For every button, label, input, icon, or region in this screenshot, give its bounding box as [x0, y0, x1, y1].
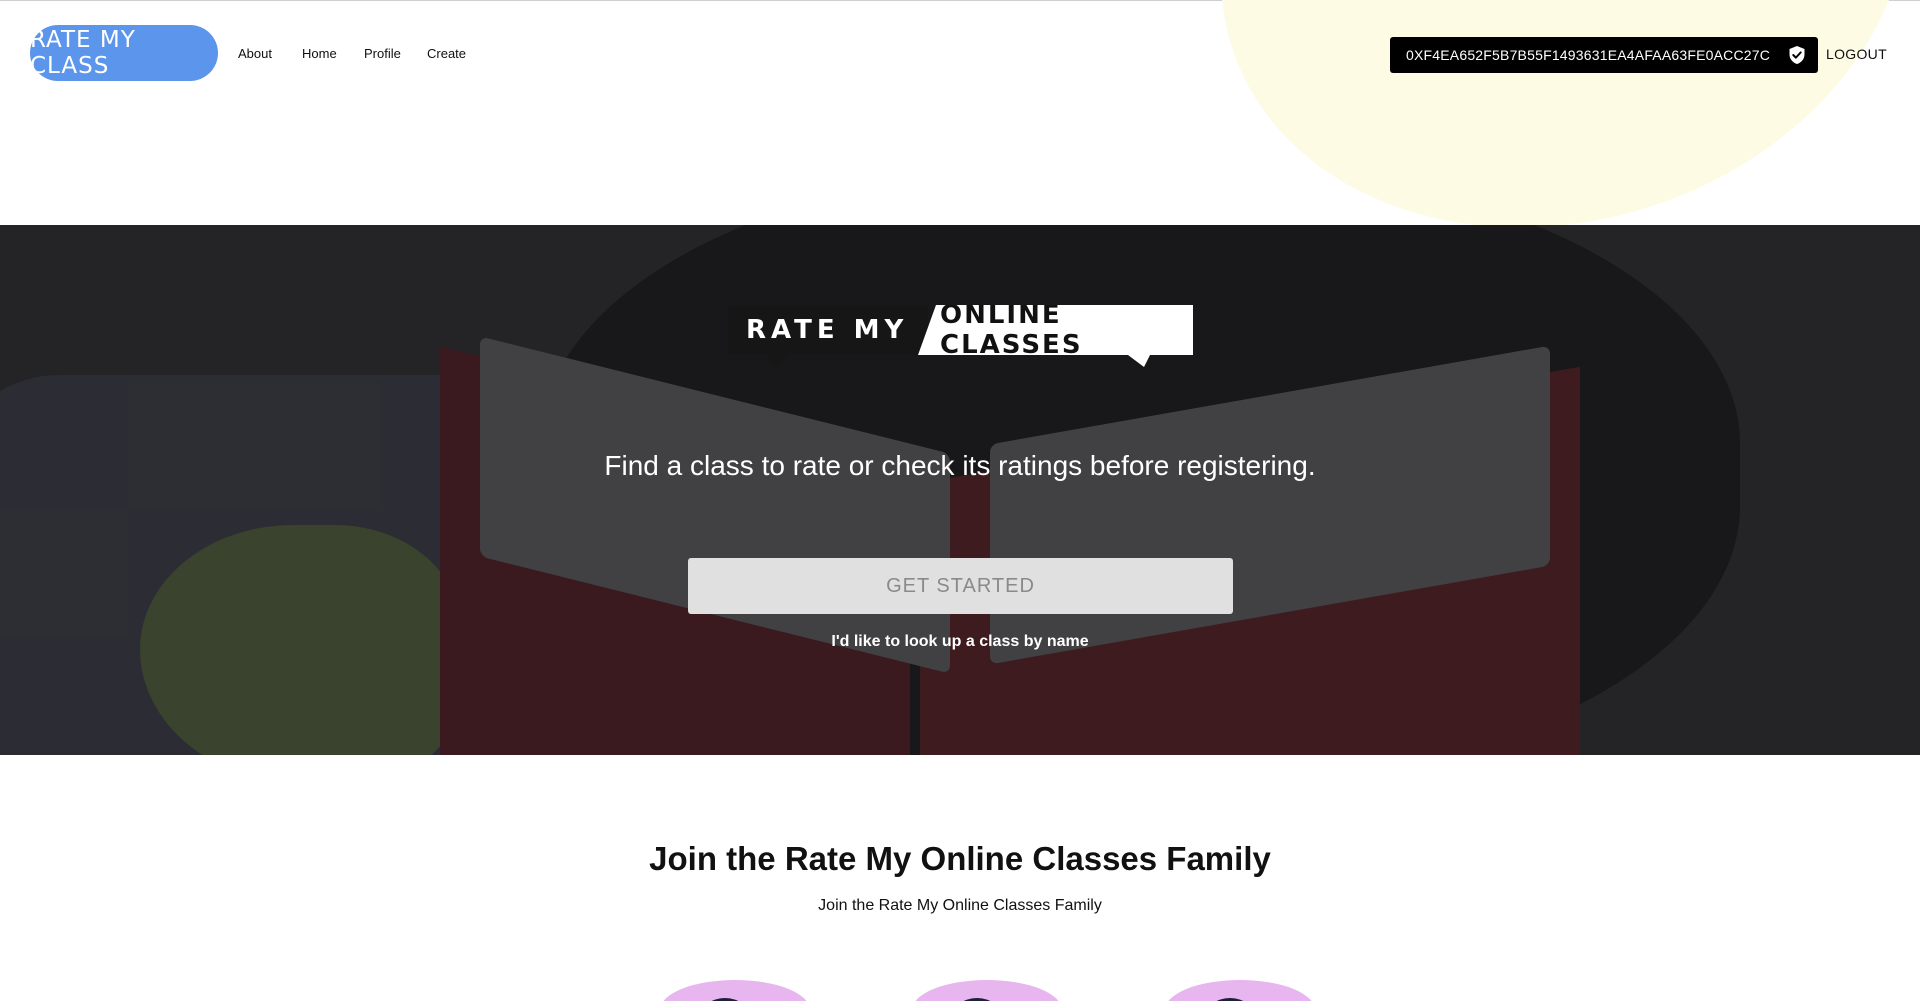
hero-section: RATE MY ONLINE CLASSES Find a class to r…	[0, 225, 1920, 755]
logo-button[interactable]: RATE MY CLASS	[30, 25, 218, 81]
hero-tagline: Find a class to rate or check its rating…	[604, 450, 1316, 481]
avatar-illustration	[1165, 980, 1315, 1001]
avatar-illustration	[912, 980, 1062, 1001]
header: RATE MY CLASS About Home Profile Create …	[0, 1, 1920, 105]
brand-logo-left: RATE MY	[728, 305, 928, 355]
shield-check-icon	[1789, 46, 1805, 64]
nav-profile[interactable]: Profile	[364, 46, 401, 61]
brand-logo-right: ONLINE CLASSES	[918, 305, 1193, 355]
avatar-illustration	[660, 980, 810, 1001]
join-section-title: Join the Rate My Online Classes Family	[649, 840, 1271, 877]
brand-logo: RATE MY ONLINE CLASSES	[728, 305, 1193, 367]
get-started-button[interactable]: GET STARTED	[688, 558, 1233, 614]
brand-speech-tail-left	[768, 355, 790, 367]
page: RATE MY CLASS About Home Profile Create …	[0, 0, 1920, 1001]
wallet-address-button[interactable]: 0XF4EA652F5B7B55F1493631EA4AFAA63FE0ACC2…	[1390, 37, 1818, 73]
logo-text: RATE MY CLASS	[30, 27, 136, 79]
wallet-address: 0XF4EA652F5B7B55F1493631EA4AFAA63FE0ACC2…	[1406, 47, 1771, 63]
brand-speech-tail-right	[1128, 355, 1150, 367]
logout-button[interactable]: LOGOUT	[1826, 46, 1887, 62]
join-section-subtitle: Join the Rate My Online Classes Family	[818, 897, 1102, 914]
lookup-class-link[interactable]: I'd like to look up a class by name	[0, 633, 1920, 651]
nav-create[interactable]: Create	[427, 46, 466, 61]
nav-home[interactable]: Home	[302, 46, 337, 61]
nav-about[interactable]: About	[238, 46, 272, 61]
